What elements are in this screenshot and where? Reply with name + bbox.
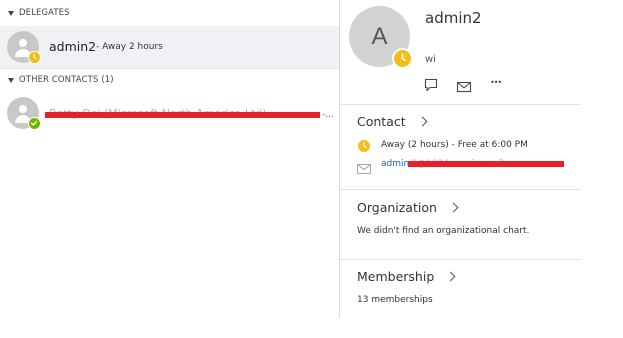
- divider: [340, 104, 580, 105]
- availability-text: Away (2 hours) - Free at 6:00 PM: [381, 140, 528, 150]
- away-presence-icon: [392, 48, 413, 69]
- chevron-right-icon: [417, 116, 428, 127]
- chevron-right-icon: [448, 202, 459, 213]
- divider: [340, 259, 580, 260]
- mail-icon[interactable]: [456, 78, 472, 93]
- contact-name: admin2: [49, 39, 97, 54]
- divider: [0, 68, 339, 69]
- redaction-bar: [45, 112, 320, 118]
- delegates-group-header[interactable]: DELEGATES: [8, 5, 70, 21]
- email-visible-part: admin: [381, 159, 410, 169]
- more-options-button[interactable]: •••: [490, 76, 506, 90]
- contacts-pane: DELEGATES admin2 - Away 2 hours OTHER CO…: [0, 0, 339, 338]
- profile-name: admin2: [425, 9, 482, 27]
- memberships-count-text: 13 memberships: [357, 295, 433, 305]
- email-icon: [357, 159, 371, 174]
- redaction-bar: [408, 161, 564, 167]
- delegates-group-label: DELEGATES: [19, 8, 70, 18]
- truncated-text: -...: [322, 110, 334, 120]
- person-head-icon: [19, 39, 27, 47]
- contact-status-text: - Away 2 hours: [96, 42, 163, 52]
- group-count: (1): [101, 75, 114, 85]
- pane-divider: [339, 0, 340, 318]
- person-head-icon: [19, 105, 27, 113]
- other-contacts-group-label: OTHER CONTACTS: [19, 75, 99, 85]
- organization-section-title: Organization: [357, 200, 437, 215]
- collapse-triangle-icon: [8, 10, 14, 16]
- contact-row-other[interactable]: Betty Ooi (Microsoft North America Ltd) …: [0, 92, 339, 134]
- profile-note: wi: [425, 54, 436, 65]
- organization-section-header[interactable]: Organization: [357, 200, 459, 215]
- divider: [340, 189, 580, 190]
- membership-section-title: Membership: [357, 269, 435, 284]
- contact-section-header[interactable]: Contact: [357, 114, 428, 129]
- avatar-initial: A: [371, 22, 388, 50]
- chevron-right-icon: [445, 271, 456, 282]
- membership-section-header[interactable]: Membership: [357, 269, 456, 284]
- other-contacts-group-header[interactable]: OTHER CONTACTS (1): [8, 72, 114, 88]
- contact-row-admin2[interactable]: admin2 - Away 2 hours: [0, 26, 339, 68]
- available-presence-icon: [28, 117, 41, 130]
- organization-empty-text: We didn't find an organizational chart.: [357, 226, 530, 236]
- chat-icon[interactable]: [423, 77, 439, 92]
- collapse-triangle-icon: [8, 77, 14, 83]
- away-presence-icon: [28, 51, 41, 64]
- clock-icon: [358, 140, 370, 152]
- contact-section-title: Contact: [357, 114, 406, 129]
